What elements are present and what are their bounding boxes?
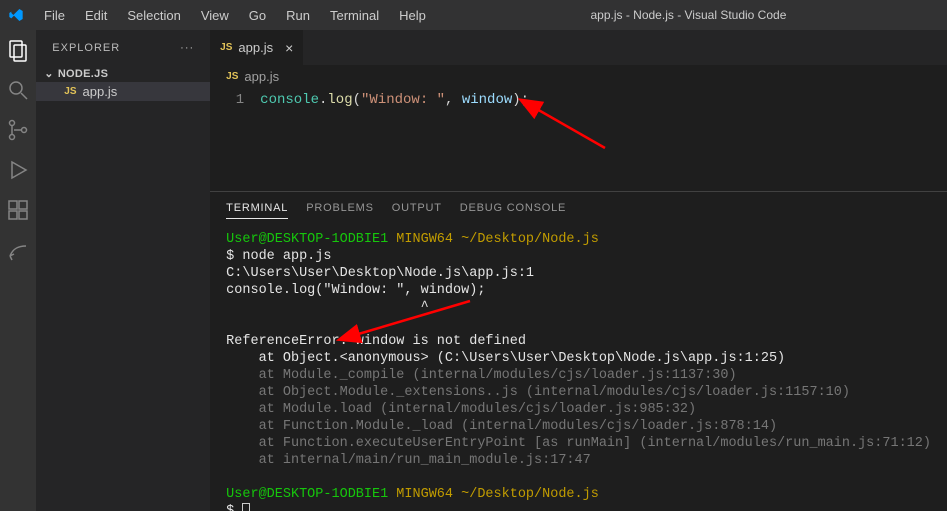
tab-bar: JS app.js ×	[210, 30, 947, 65]
search-icon[interactable]	[6, 78, 30, 102]
editor-area: JS app.js × JS app.js 1 console.log("Win…	[210, 30, 947, 511]
tab-problems[interactable]: PROBLEMS	[306, 198, 374, 219]
explorer-icon[interactable]	[6, 38, 30, 62]
sidebar: EXPLORER ··· ⌄ NODE.JS JS app.js	[36, 30, 210, 511]
code-line-1: console.log("Window: ", window);	[260, 88, 529, 191]
project-root[interactable]: ⌄ NODE.JS	[36, 65, 210, 82]
menu-selection[interactable]: Selection	[119, 4, 188, 27]
bottom-panel: TERMINAL PROBLEMS OUTPUT DEBUG CONSOLE U…	[210, 191, 947, 511]
tab-appjs[interactable]: JS app.js ×	[210, 30, 304, 65]
tab-label: app.js	[238, 40, 273, 55]
titlebar: File Edit Selection View Go Run Terminal…	[0, 0, 947, 30]
extensions-icon[interactable]	[6, 198, 30, 222]
menu-run[interactable]: Run	[278, 4, 318, 27]
breadcrumb-file: app.js	[244, 69, 279, 84]
menu-terminal[interactable]: Terminal	[322, 4, 387, 27]
line-number: 1	[210, 88, 260, 191]
menu-view[interactable]: View	[193, 4, 237, 27]
menu-go[interactable]: Go	[241, 4, 274, 27]
file-item-appjs[interactable]: JS app.js	[36, 82, 210, 101]
terminal-output[interactable]: User@DESKTOP-1ODBIE1 MINGW64 ~/Desktop/N…	[210, 219, 947, 511]
project-name: NODE.JS	[58, 68, 108, 80]
sidebar-header: EXPLORER ···	[36, 30, 210, 65]
main-layout: EXPLORER ··· ⌄ NODE.JS JS app.js JS app.…	[0, 30, 947, 511]
menu-edit[interactable]: Edit	[77, 4, 115, 27]
menu-file[interactable]: File	[36, 4, 73, 27]
js-file-icon: JS	[220, 42, 232, 53]
file-name: app.js	[83, 84, 118, 99]
sidebar-more-icon[interactable]: ···	[180, 42, 194, 54]
run-debug-icon[interactable]	[6, 158, 30, 182]
terminal-cursor	[242, 503, 250, 511]
vscode-logo-icon	[8, 7, 24, 23]
js-file-icon: JS	[226, 71, 238, 82]
breadcrumbs[interactable]: JS app.js	[210, 65, 947, 88]
js-file-icon: JS	[64, 86, 76, 97]
tab-output[interactable]: OUTPUT	[392, 198, 442, 219]
activity-bar	[0, 30, 36, 511]
remote-icon[interactable]	[6, 238, 30, 262]
close-icon[interactable]: ×	[285, 40, 293, 56]
editor-content[interactable]: 1 console.log("Window: ", window);	[210, 88, 947, 191]
menu-help[interactable]: Help	[391, 4, 434, 27]
tab-debug-console[interactable]: DEBUG CONSOLE	[460, 198, 566, 219]
source-control-icon[interactable]	[6, 118, 30, 142]
chevron-down-icon: ⌄	[44, 67, 54, 80]
window-title: app.js - Node.js - Visual Studio Code	[438, 8, 939, 22]
tab-terminal[interactable]: TERMINAL	[226, 198, 288, 219]
sidebar-title: EXPLORER	[52, 42, 120, 54]
panel-tabs: TERMINAL PROBLEMS OUTPUT DEBUG CONSOLE	[210, 192, 947, 219]
